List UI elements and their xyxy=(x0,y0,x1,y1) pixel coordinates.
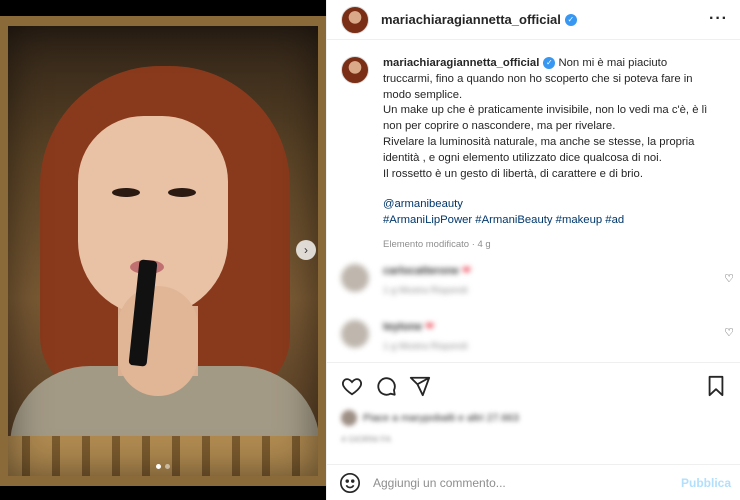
caption-text: mariachiaragiannetta_official ✓ Non mi è … xyxy=(383,56,713,253)
caption-line: Un make up che è praticamente invisibile… xyxy=(383,104,708,133)
share-button[interactable] xyxy=(405,371,435,401)
heart-icon xyxy=(342,377,362,395)
red-heart-icon: ❤ xyxy=(461,265,472,277)
add-comment-bar: Pubblica xyxy=(327,464,740,500)
photo-mirror-frame xyxy=(0,16,326,486)
comment-avatar[interactable] xyxy=(341,320,369,348)
caption-username[interactable]: mariachiaragiannetta_official xyxy=(383,57,539,69)
comment-item: carlocatterone ❤ 1 g Mostra Rispondi xyxy=(341,264,731,296)
liker-avatar xyxy=(341,410,357,426)
comment-username[interactable]: carlocatterone xyxy=(383,265,459,277)
more-options-icon[interactable]: ··· xyxy=(709,11,728,27)
comment-meta[interactable]: 1 g Mostra Rispondi xyxy=(383,341,467,352)
like-button[interactable] xyxy=(337,371,367,401)
bookmark-icon xyxy=(708,375,724,397)
comment-avatar[interactable] xyxy=(341,264,369,292)
author-avatar[interactable] xyxy=(341,5,369,34)
save-button[interactable] xyxy=(701,371,731,401)
carousel-dots xyxy=(0,464,326,469)
red-heart-icon: ❤ xyxy=(425,321,435,333)
like-comment-heart-icon[interactable]: ♡ xyxy=(724,272,734,285)
caption-meta: Elemento modificato · 4 g xyxy=(383,238,491,250)
caption-mention[interactable]: @armanibeauty xyxy=(383,197,713,213)
post-actions-bar xyxy=(327,362,740,408)
comment-input[interactable] xyxy=(373,475,663,490)
caption-line: Il rossetto è un gesto di libertà, di ca… xyxy=(383,167,643,180)
comment-meta[interactable]: 1 g Mostra Rispondi xyxy=(383,285,471,296)
post-header: mariachiaragiannetta_official ✓ ··· xyxy=(327,0,740,40)
caption-block: mariachiaragiannetta_official ✓ Non mi è … xyxy=(327,40,740,253)
caption-line: Rivelare la luminosità naturale, ma anch… xyxy=(383,135,695,164)
post-date: 4 GIORNI FA xyxy=(341,434,392,444)
post-photo[interactable] xyxy=(0,16,326,486)
caption-avatar[interactable] xyxy=(341,56,369,84)
likes-text: Piace a marypobalti e altri 27.663 xyxy=(363,412,519,424)
post-media: › xyxy=(0,0,326,500)
comment-text: teytone ❤ 1 g Mostra Rispondi xyxy=(383,320,467,352)
comment-text: carlocatterone ❤ 1 g Mostra Rispondi xyxy=(383,264,471,296)
likes-summary[interactable]: Piace a marypobalti e altri 27.663 xyxy=(341,410,519,426)
send-icon xyxy=(409,376,431,396)
comment-username[interactable]: teytone xyxy=(383,321,422,333)
next-slide-button[interactable]: › xyxy=(296,240,316,260)
comment-button[interactable] xyxy=(371,371,401,401)
emoji-icon xyxy=(340,472,360,493)
comment-icon xyxy=(377,376,396,396)
carousel-dot xyxy=(165,464,170,469)
chevron-right-icon: › xyxy=(304,243,308,257)
carousel-dot-active xyxy=(156,464,161,469)
publish-button[interactable]: Pubblica xyxy=(681,476,731,490)
caption-hashtags[interactable]: #ArmaniLipPower #ArmaniBeauty #makeup #a… xyxy=(383,213,713,229)
author-username[interactable]: mariachiaragiannetta_official xyxy=(381,12,561,27)
comment-item: teytone ❤ 1 g Mostra Rispondi xyxy=(341,320,731,352)
verified-badge-icon: ✓ xyxy=(564,13,577,26)
post-side-panel: mariachiaragiannetta_official ✓ ··· mari… xyxy=(326,0,740,500)
verified-badge-icon: ✓ xyxy=(543,57,556,70)
emoji-button[interactable] xyxy=(339,472,361,494)
instagram-post: › mariachiaragiannetta_official ✓ ··· ma… xyxy=(0,0,740,500)
like-comment-heart-icon[interactable]: ♡ xyxy=(724,326,734,339)
